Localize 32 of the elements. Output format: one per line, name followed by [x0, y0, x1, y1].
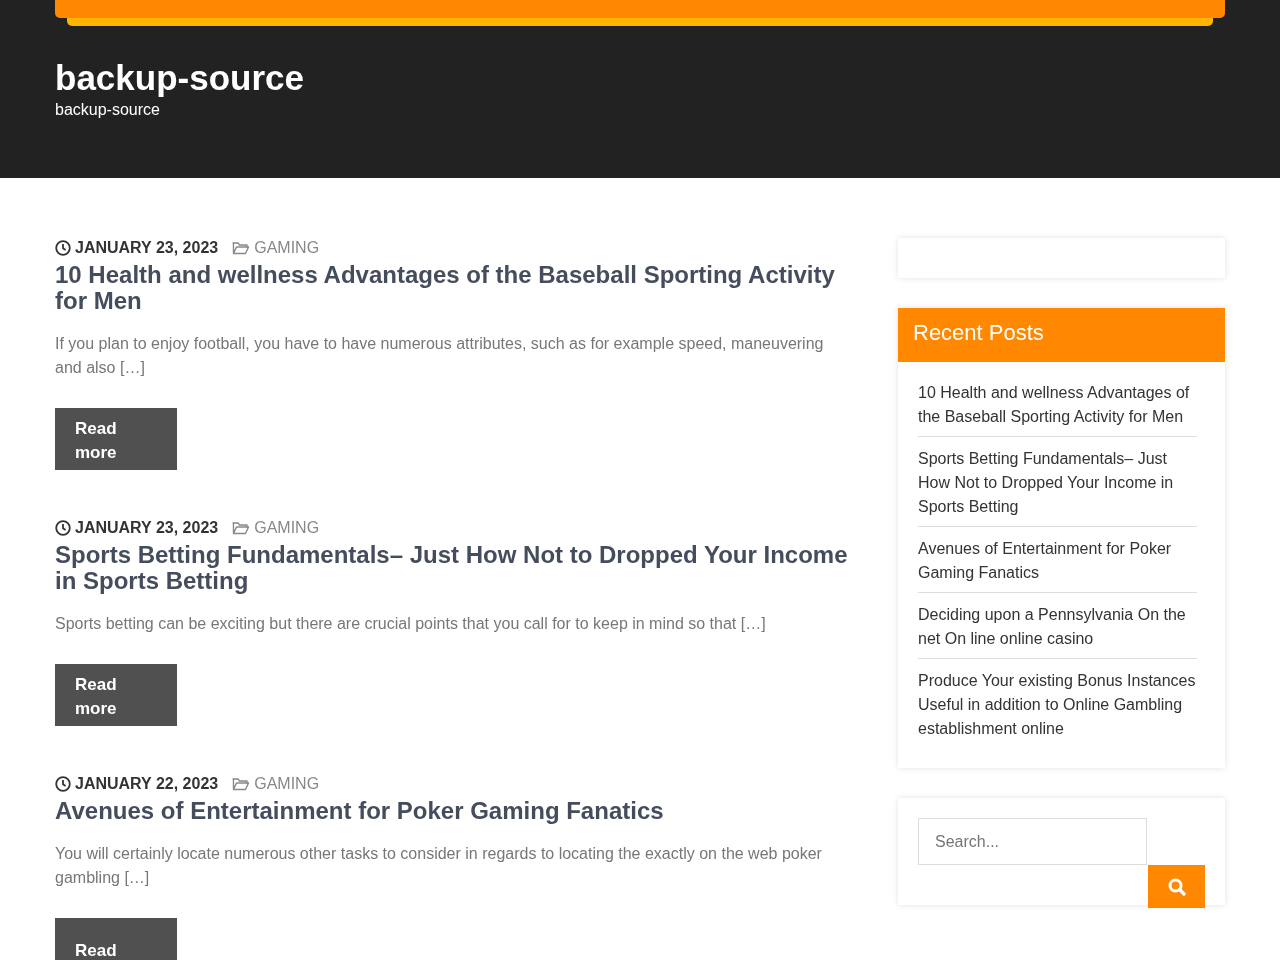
search-button[interactable]: [1148, 865, 1205, 908]
read-more-button[interactable]: Read more: [55, 664, 177, 726]
read-more-button[interactable]: Read: [55, 918, 177, 960]
post-date: JANUARY 22, 2023: [75, 775, 219, 793]
clock-icon: [55, 240, 71, 256]
post-excerpt: Sports betting can be exciting but there are crucial points that you call for to keep in mind so that […]: [55, 614, 766, 634]
site-title[interactable]: backup-source: [55, 58, 304, 98]
folder-icon: [232, 521, 251, 535]
folder-icon: [232, 777, 251, 791]
post-title[interactable]: Avenues of Entertainment for Poker Gaming Fanatics: [55, 798, 664, 824]
clock-icon: [55, 776, 71, 792]
post-excerpt: You will certainly locate numerous other tasks to consider in regards to locating the exactly on the web poker gambling […]: [55, 844, 823, 888]
post-title[interactable]: 10 Health and wellness Advantages of the Baseball Sporting Activity for Men: [55, 262, 850, 314]
recent-post-link[interactable]: 10 Health and wellness Advantages of the Baseball Sporting Activity for Men: [918, 381, 1197, 429]
category-link[interactable]: GAMING: [254, 519, 320, 537]
post-title[interactable]: Sports Betting Fundamentals– Just How Not to Dropped Your Income in Sports Betting: [55, 542, 850, 594]
post-date: JANUARY 23, 2023: [75, 239, 219, 257]
search-field[interactable]: Search...: [918, 818, 1147, 865]
recent-post-link[interactable]: Deciding upon a Pennsylvania On the net On line online casino: [918, 603, 1197, 651]
folder-icon: [232, 241, 251, 255]
recent-post-link[interactable]: Sports Betting Fundamentals– Just How Not to Dropped Your Income in Sports Betting: [918, 447, 1197, 519]
category-link[interactable]: GAMING: [254, 775, 320, 793]
read-more-button[interactable]: Read more: [55, 408, 177, 470]
recent-post-link[interactable]: Produce Your existing Bonus Instances Useful in addition to Online Gambling establishment online: [918, 669, 1197, 741]
post-excerpt: If you plan to enjoy football, you have to have numerous attributes, such as for example speed, maneuvering and also […]: [55, 334, 825, 378]
recent-post-link[interactable]: Avenues of Entertainment for Poker Gaming Fanatics: [918, 537, 1197, 585]
clock-icon: [55, 520, 71, 536]
category-link[interactable]: GAMING: [254, 239, 320, 257]
site-tagline: backup-source: [55, 101, 160, 119]
search-icon: [1166, 876, 1187, 897]
post-date: JANUARY 23, 2023: [75, 519, 219, 537]
widget-title: Recent Posts: [898, 308, 1225, 362]
